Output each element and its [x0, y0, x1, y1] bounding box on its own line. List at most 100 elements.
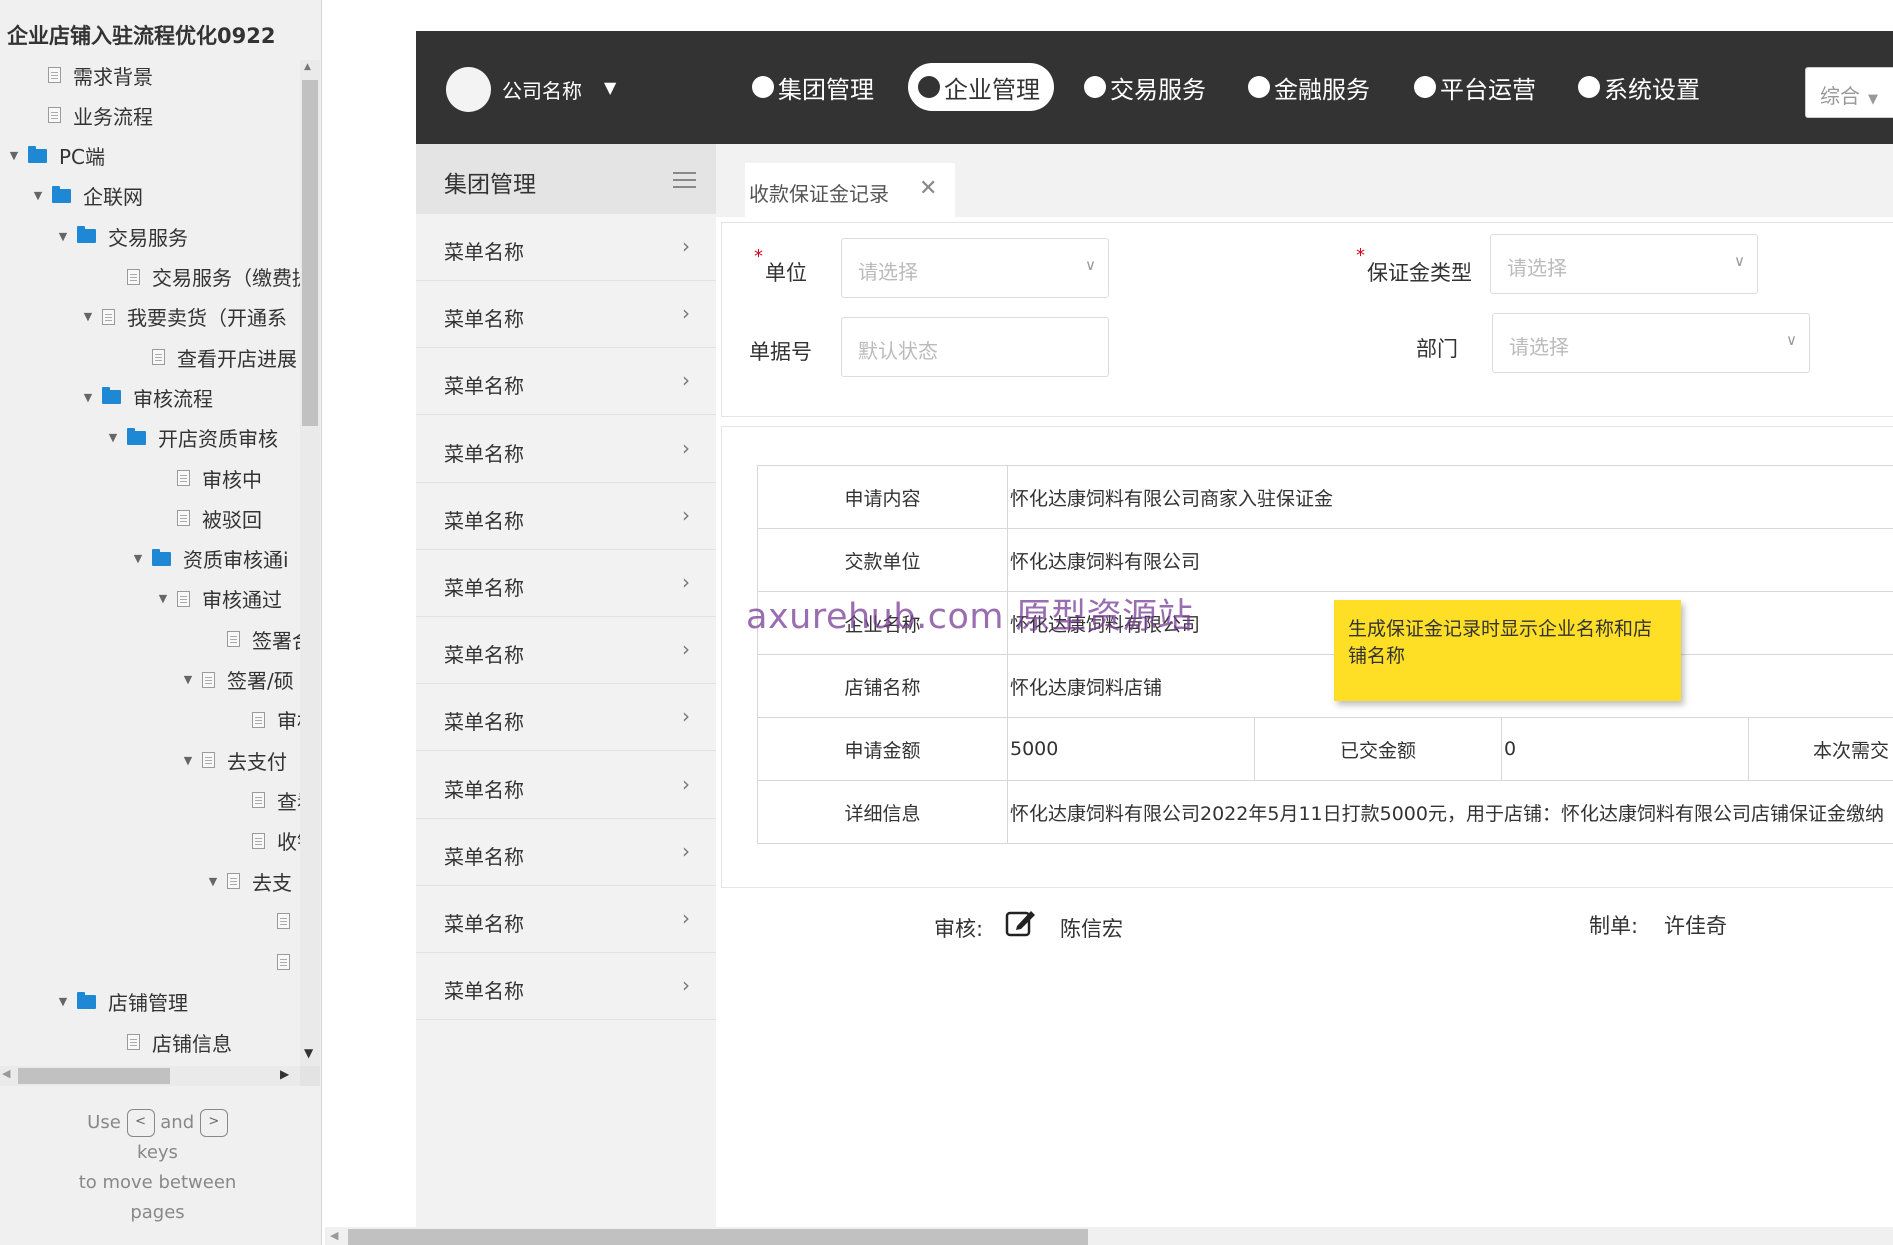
outline-folder-item[interactable]: ▼ PC端: [6, 137, 105, 175]
sidebar-menu-item[interactable]: 菜单名称 ›: [416, 953, 716, 1021]
nav-dot-icon: [1248, 76, 1270, 98]
expand-toggle-icon[interactable]: ▼: [205, 875, 221, 888]
company-avatar[interactable]: [446, 67, 491, 112]
sidebar-menu-item[interactable]: 菜单名称 ›: [416, 348, 716, 416]
unit-select[interactable]: 请选择 ∨: [841, 238, 1109, 298]
expand-toggle-icon[interactable]: ▼: [80, 391, 96, 404]
page-icon: [252, 792, 265, 809]
outline-folder-item[interactable]: ▼ 交易服务: [55, 217, 188, 255]
nav-label: 交易服务: [1110, 75, 1206, 104]
outline-page-item[interactable]: 店铺信息: [105, 1023, 232, 1061]
outline-page-item[interactable]: ▼ 我要卖货（开通系: [80, 298, 287, 336]
nav-dot-icon: [1084, 76, 1106, 98]
expand-toggle-icon[interactable]: ▼: [80, 310, 96, 323]
outline-page-item[interactable]: 查看: [230, 781, 300, 819]
tab-close-icon[interactable]: ✕: [919, 176, 937, 201]
doc-no-placeholder: 默认状态: [858, 339, 938, 363]
outline-page-item[interactable]: 被驳回: [155, 499, 262, 537]
company-dropdown-caret-icon[interactable]: ▼: [604, 78, 616, 97]
menu-toggle-icon[interactable]: [673, 172, 696, 191]
doc-no-input[interactable]: 默认状态: [841, 317, 1109, 377]
sidebar-menu-item[interactable]: 菜单名称 ›: [416, 684, 716, 752]
expand-toggle-icon[interactable]: ▼: [105, 431, 121, 444]
sidebar-menu-item[interactable]: 菜单名称 ›: [416, 886, 716, 953]
nav-financial-services[interactable]: 金融服务: [1248, 63, 1370, 111]
outline-folder-item[interactable]: ▼ 资质审核通i: [130, 540, 289, 578]
expand-toggle-icon[interactable]: ▼: [155, 592, 171, 605]
outline-item-label: 我要卖货（开通系: [127, 306, 287, 331]
outline-page-item[interactable]: ▼ 审核通过: [155, 580, 282, 618]
sidebar-menu-item[interactable]: 菜单名称 ›: [416, 416, 716, 483]
outline-page-item[interactable]: ▼ 签署/硕: [180, 661, 294, 699]
page-icon: [277, 953, 290, 970]
expand-toggle-icon[interactable]: ▼: [55, 230, 71, 243]
outline-vertical-scroll-thumb[interactable]: [302, 80, 318, 426]
sidebar-menu-item[interactable]: 菜单名称 ›: [416, 819, 716, 886]
outline-page-item[interactable]: 交易服务（缴费提: [105, 258, 300, 296]
nav-system-settings[interactable]: 系统设置: [1578, 63, 1700, 111]
chevron-down-icon: ▼: [1868, 92, 1878, 107]
sidebar-menu-item[interactable]: 菜单名称 ›: [416, 617, 716, 685]
outline-page-item[interactable]: ▼ 去支付: [180, 741, 287, 779]
folder-icon: [127, 427, 146, 445]
expand-toggle-icon[interactable]: ▼: [55, 995, 71, 1008]
outline-item-label: 交易服务（缴费提: [152, 266, 300, 290]
outline-folder-item[interactable]: ▼ 店铺管理: [55, 983, 188, 1021]
outline-page-item[interactable]: ▼ 去支: [205, 862, 292, 900]
outline-page-item[interactable]: ヌ: [255, 943, 300, 981]
sidebar-menu-item[interactable]: 菜单名称 ›: [416, 550, 716, 617]
outline-item-label: 被驳回: [202, 507, 262, 532]
outline-page-item[interactable]: 收银: [230, 822, 300, 860]
outline-page-item[interactable]: 查看开店进展: [130, 338, 297, 376]
sidebar-menu-label: 菜单名称: [444, 240, 524, 264]
nav-label: 金融服务: [1274, 75, 1370, 104]
outline-folder-item[interactable]: ▼ 开店资质审核: [105, 419, 278, 457]
page-horizontal-scroll-thumb[interactable]: [348, 1229, 1088, 1245]
nav-group-management[interactable]: 集团管理: [752, 63, 874, 111]
outline-page-item[interactable]: 审核中: [155, 459, 262, 497]
outline-page-item[interactable]: 签署合: [205, 620, 300, 658]
sidebar-menu-item[interactable]: 菜单名称 ›: [416, 281, 716, 349]
outline-panel: 企业店铺入驻流程优化0922 需求背景 业务流程 ▼ PC端 ▼ 企联网 ▼ 交易服务 交易服务…: [0, 0, 322, 1245]
outline-item-label: 审核中: [202, 467, 262, 492]
outline-page-item[interactable]: 业务流程: [26, 96, 153, 134]
sidebar-menu-item[interactable]: 菜单名称 ›: [416, 752, 716, 819]
scroll-up-arrow-icon[interactable]: ▲: [304, 62, 311, 72]
company-name[interactable]: 公司名称: [502, 75, 582, 104]
table-row: 店铺名称 怀化达康饲料店铺: [757, 654, 1893, 718]
outline-item-label: 收银: [277, 830, 300, 855]
scroll-right-arrow-icon[interactable]: ▶: [280, 1067, 289, 1081]
outline-folder-item[interactable]: ▼ 审核流程: [80, 378, 213, 416]
outline-item-label: PC端: [59, 145, 106, 170]
scroll-left-arrow-icon[interactable]: ◀: [2, 1067, 10, 1080]
chevron-down-icon: ∨: [1734, 252, 1745, 270]
edit-icon[interactable]: [1005, 907, 1037, 937]
page-icon: [127, 1034, 140, 1051]
outline-page-item[interactable]: ヌ: [255, 902, 300, 940]
deposit-detail-table: 申请内容 怀化达康饲料有限公司商家入驻保证金 交款单位 怀化达康饲料有限公司 企…: [757, 465, 1893, 844]
expand-toggle-icon[interactable]: ▼: [6, 149, 22, 162]
scroll-left-arrow-icon[interactable]: ◀: [330, 1229, 338, 1242]
expand-toggle-icon[interactable]: ▼: [30, 189, 46, 202]
outline-page-item[interactable]: 需求背景: [26, 56, 153, 94]
outline-page-item[interactable]: 审杉: [230, 701, 300, 739]
outline-item-label: 签署合: [252, 628, 300, 653]
tab-label[interactable]: 收款保证金记录: [749, 178, 889, 207]
deposit-type-select[interactable]: 请选择 ∨: [1490, 234, 1758, 294]
search-scope-select[interactable]: 综合 ▼: [1805, 67, 1893, 118]
nav-enterprise-management[interactable]: 企业管理: [908, 63, 1054, 111]
expand-toggle-icon[interactable]: ▼: [180, 754, 196, 767]
reviewer-name: 陈信宏: [1060, 917, 1123, 941]
expand-toggle-icon[interactable]: ▼: [180, 673, 196, 686]
dept-select[interactable]: 请选择 ∨: [1492, 313, 1810, 373]
chevron-right-icon: ›: [682, 906, 690, 930]
outline-folder-item[interactable]: ▼ 企联网: [30, 177, 143, 215]
expand-toggle-icon[interactable]: ▼: [130, 552, 146, 565]
outline-horizontal-scroll-thumb[interactable]: [18, 1068, 170, 1084]
sidebar-menu-item[interactable]: 菜单名称 ›: [416, 214, 716, 281]
nav-platform-operations[interactable]: 平台运营: [1414, 63, 1536, 111]
nav-trade-services[interactable]: 交易服务: [1084, 63, 1206, 111]
sidebar-menu-item[interactable]: 菜单名称 ›: [416, 483, 716, 550]
scroll-down-arrow-icon[interactable]: ▼: [304, 1046, 313, 1060]
deposit-type-placeholder: 请选择: [1507, 256, 1567, 280]
